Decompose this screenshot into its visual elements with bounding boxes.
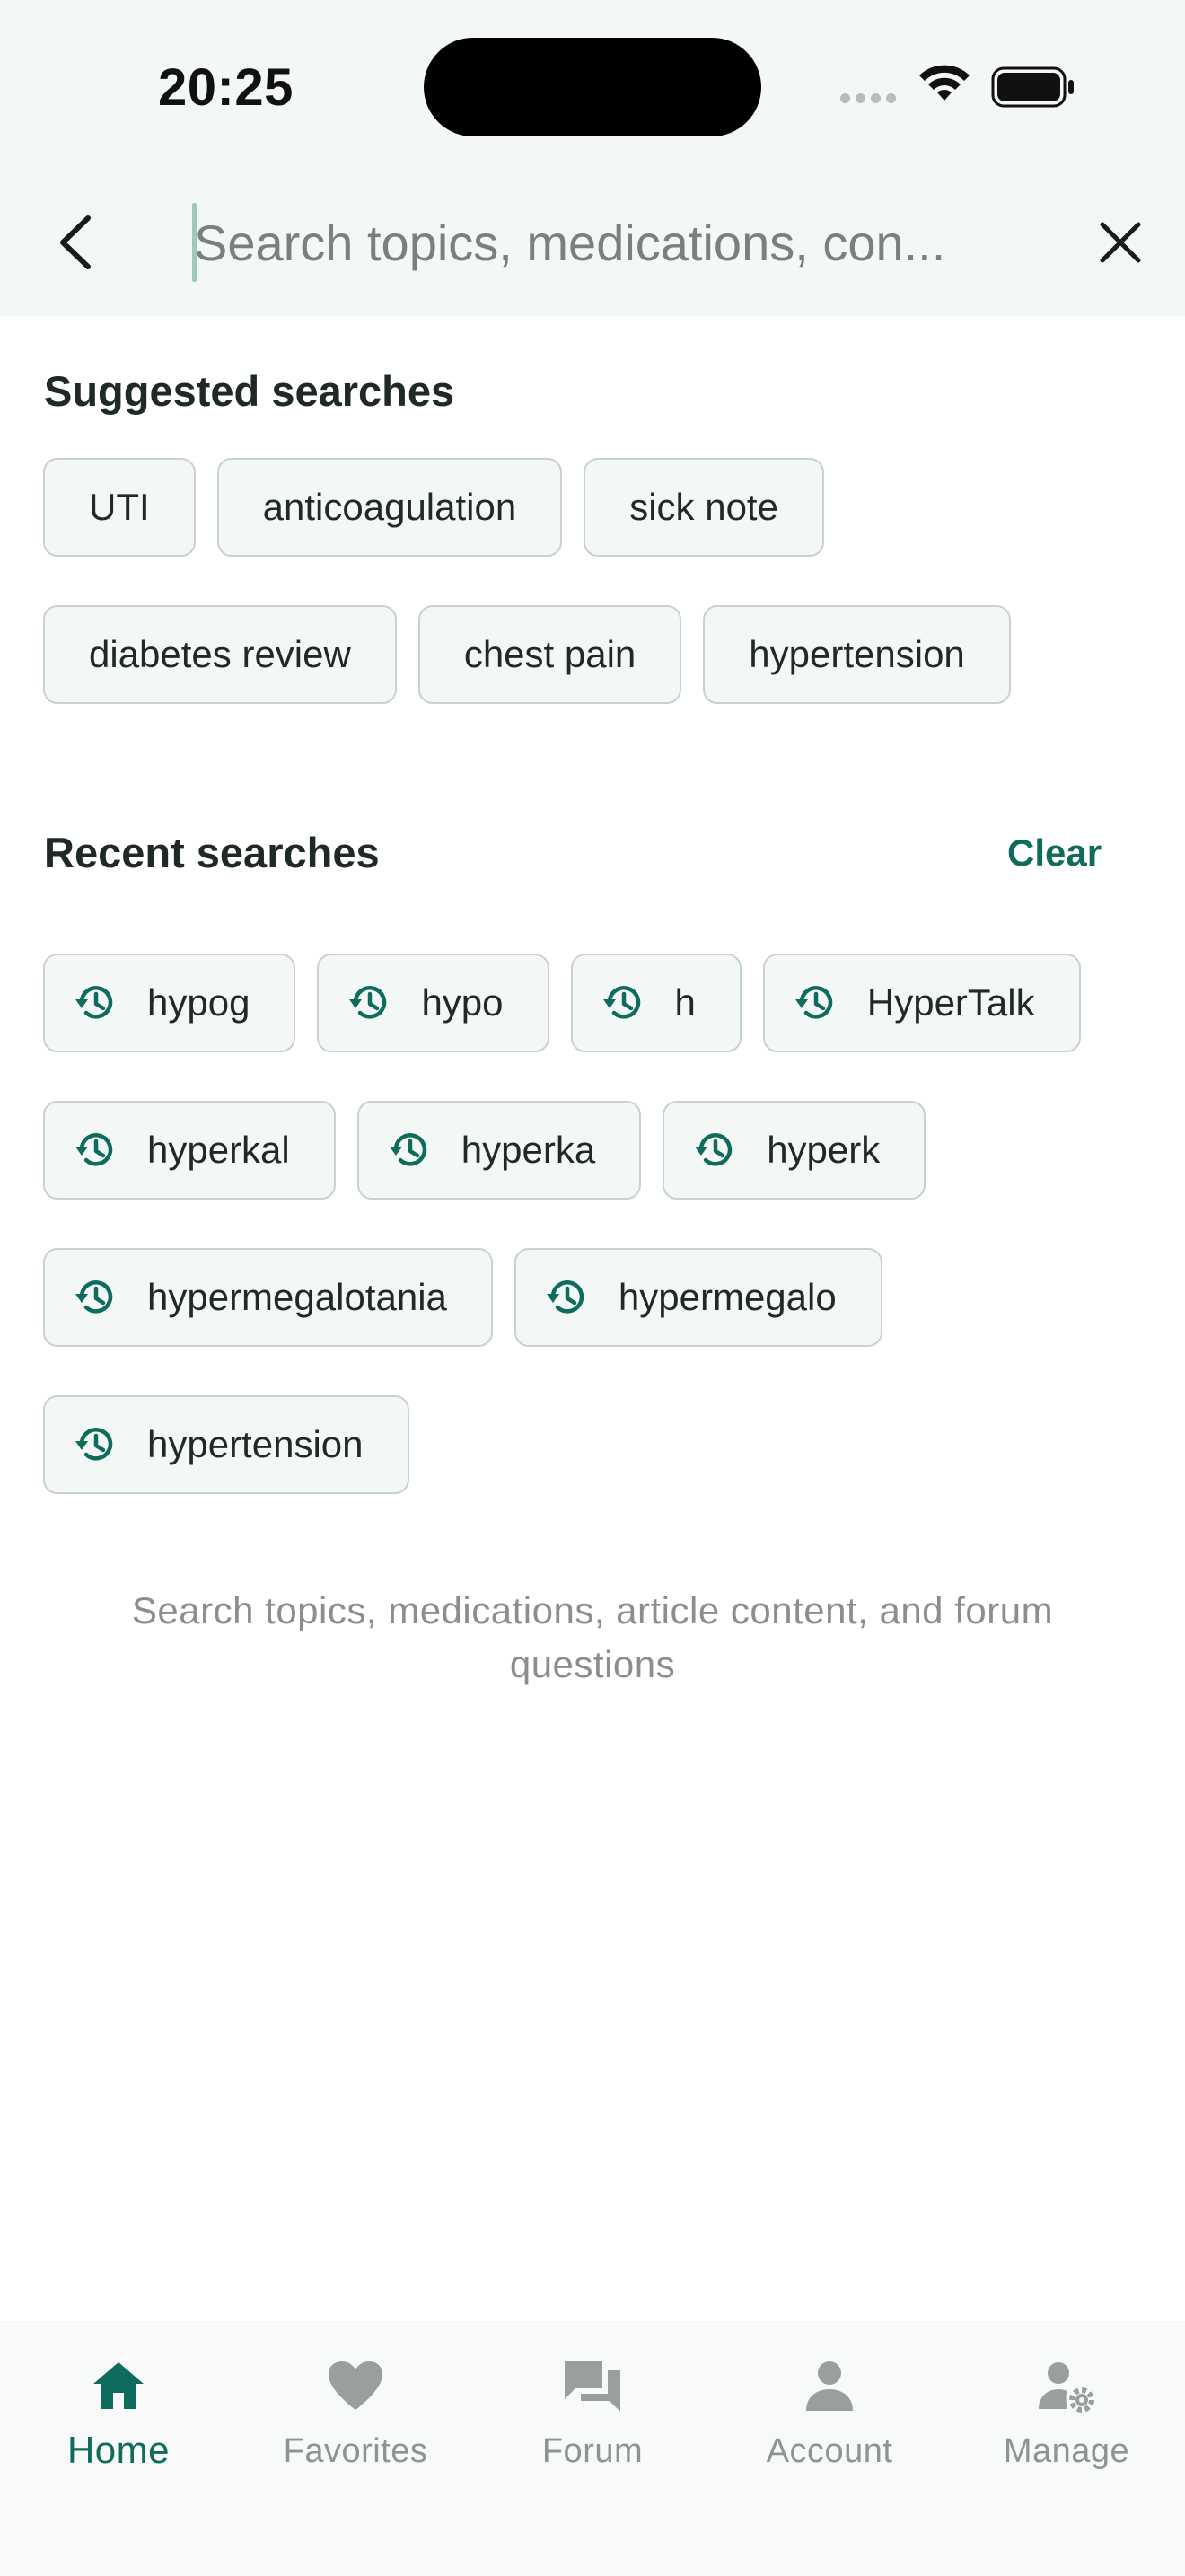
recent-chip[interactable]: HyperTalk xyxy=(762,954,1081,1052)
wifi-icon xyxy=(919,65,970,101)
nav-label: Manage xyxy=(1003,2432,1130,2470)
nav-label: Forum xyxy=(541,2432,644,2470)
nav-favorites[interactable]: Favorites xyxy=(237,2323,474,2502)
history-icon xyxy=(545,1276,588,1319)
suggested-chip[interactable]: diabetes review xyxy=(43,605,397,704)
suggested-searches-list: UTI anticoagulation sick note diabetes r… xyxy=(43,458,1156,704)
battery-icon xyxy=(991,66,1074,108)
nav-home[interactable]: Home xyxy=(0,2323,237,2502)
person-icon xyxy=(806,2361,853,2411)
top-bar: 20:25 xyxy=(0,0,1185,316)
suggested-chip[interactable]: sick note xyxy=(584,458,824,557)
suggested-chip[interactable]: chest pain xyxy=(417,605,682,704)
recent-chip[interactable]: hyperka xyxy=(356,1101,642,1200)
recent-chip-label: h xyxy=(674,981,696,1024)
manage-icon xyxy=(1039,2362,1094,2413)
history-icon xyxy=(388,1129,431,1172)
recent-chip-label: hyperk xyxy=(767,1129,881,1171)
history-icon xyxy=(347,981,391,1024)
recent-chip[interactable]: h xyxy=(570,954,742,1052)
history-icon xyxy=(693,1129,736,1172)
recent-chip[interactable]: hypertension xyxy=(43,1395,409,1494)
bottom-navigation: Home Favorites Forum Account Manage xyxy=(0,2322,1185,2576)
history-icon xyxy=(601,981,645,1024)
history-icon xyxy=(74,981,117,1024)
history-icon xyxy=(74,1129,117,1172)
status-time: 20:25 xyxy=(158,58,294,117)
clear-search-button[interactable] xyxy=(1088,208,1153,277)
back-button[interactable] xyxy=(47,205,104,280)
suggested-chip[interactable]: UTI xyxy=(43,458,196,557)
recent-chip[interactable]: hyperk xyxy=(663,1101,926,1200)
recent-searches-title: Recent searches xyxy=(44,829,380,876)
recent-chip-label: hypertension xyxy=(147,1423,364,1465)
recent-chip-label: HyperTalk xyxy=(866,981,1035,1024)
heart-icon xyxy=(329,2361,382,2410)
history-icon xyxy=(74,1276,117,1319)
search-input[interactable] xyxy=(194,199,1020,286)
chevron-left-icon xyxy=(60,215,91,269)
recent-chip[interactable]: hypermegalo xyxy=(514,1248,882,1347)
recent-chip-label: hyperkal xyxy=(147,1129,290,1171)
cellular-signal-icon xyxy=(840,93,896,103)
nav-manage[interactable]: Manage xyxy=(948,2323,1185,2502)
nav-forum[interactable]: Forum xyxy=(474,2323,711,2502)
recent-chip[interactable]: hypog xyxy=(43,954,296,1052)
recent-chip-label: hypo xyxy=(421,981,504,1024)
nav-label: Account xyxy=(766,2432,893,2470)
recent-chip-label: hypermegalo xyxy=(618,1276,837,1318)
recent-searches-list: hypog hypo h HyperTalk hyperkal hyperka … xyxy=(43,954,1156,1494)
nav-account[interactable]: Account xyxy=(711,2323,948,2502)
recent-chip-label: hypermegalotania xyxy=(147,1276,447,1318)
recent-chip[interactable]: hypo xyxy=(317,954,549,1052)
close-icon xyxy=(1100,222,1141,263)
suggested-chip[interactable]: anticoagulation xyxy=(216,458,563,557)
recent-chip-label: hypog xyxy=(147,981,250,1024)
recent-chip[interactable]: hyperkal xyxy=(43,1101,336,1200)
history-icon xyxy=(74,1423,117,1466)
search-hint: Search topics, medications, article cont… xyxy=(131,1589,1054,1685)
clear-recent-button[interactable]: Clear xyxy=(1007,831,1102,875)
recent-chip-label: hyperka xyxy=(461,1129,596,1171)
history-icon xyxy=(794,981,837,1024)
forum-icon xyxy=(565,2361,620,2412)
nav-label: Home xyxy=(66,2429,171,2471)
dynamic-island xyxy=(424,38,761,136)
recent-chip[interactable]: hypermegalotania xyxy=(43,1248,493,1347)
suggested-searches-title: Suggested searches xyxy=(44,367,455,415)
home-icon xyxy=(93,2362,144,2409)
suggested-chip[interactable]: hypertension xyxy=(703,605,1011,704)
nav-label: Favorites xyxy=(283,2432,428,2470)
